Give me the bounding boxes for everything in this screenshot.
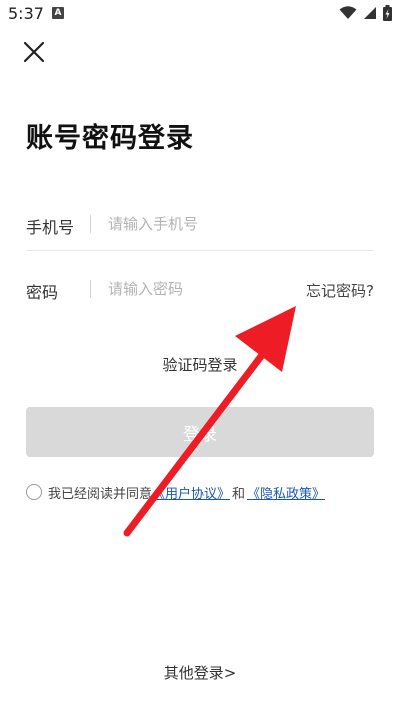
phone-label: 手机号 — [26, 218, 75, 237]
close-button[interactable] — [18, 36, 50, 68]
privacy-policy-link[interactable]: 《隐私政策》 — [247, 483, 325, 502]
agreement-and: 和 — [232, 486, 246, 502]
agreement-checkbox[interactable] — [26, 484, 42, 500]
field-divider — [90, 215, 91, 233]
sms-login-link[interactable]: 验证码登录 — [0, 354, 400, 375]
status-bar: 5:37 A — [0, 0, 400, 30]
phone-input[interactable] — [108, 208, 308, 240]
status-icons — [339, 5, 392, 21]
notification-icon: A — [52, 7, 64, 19]
login-button[interactable]: 登录 — [26, 407, 374, 457]
agreement-row: 我已经阅读并同意 《用户协议》 和 《隐私政策》 — [26, 482, 325, 502]
phone-field: 手机号 — [26, 200, 374, 251]
forgot-password-link[interactable]: 忘记密码? — [306, 280, 374, 301]
page-title: 账号密码登录 — [26, 123, 194, 154]
other-login-link[interactable]: 其他登录> — [0, 662, 400, 683]
user-agreement-link[interactable]: 《用户协议》 — [152, 483, 230, 502]
password-label: 密码 — [26, 283, 59, 302]
wifi-icon — [339, 6, 357, 19]
agreement-text: 我已经阅读并同意 — [48, 486, 153, 502]
close-icon — [23, 41, 45, 63]
password-field: 密码 忘记密码? — [26, 265, 374, 315]
battery-charging-icon — [383, 5, 392, 21]
field-divider — [90, 280, 91, 298]
password-input[interactable] — [108, 273, 308, 305]
signal-icon — [364, 7, 376, 19]
status-time: 5:37 — [8, 4, 44, 23]
